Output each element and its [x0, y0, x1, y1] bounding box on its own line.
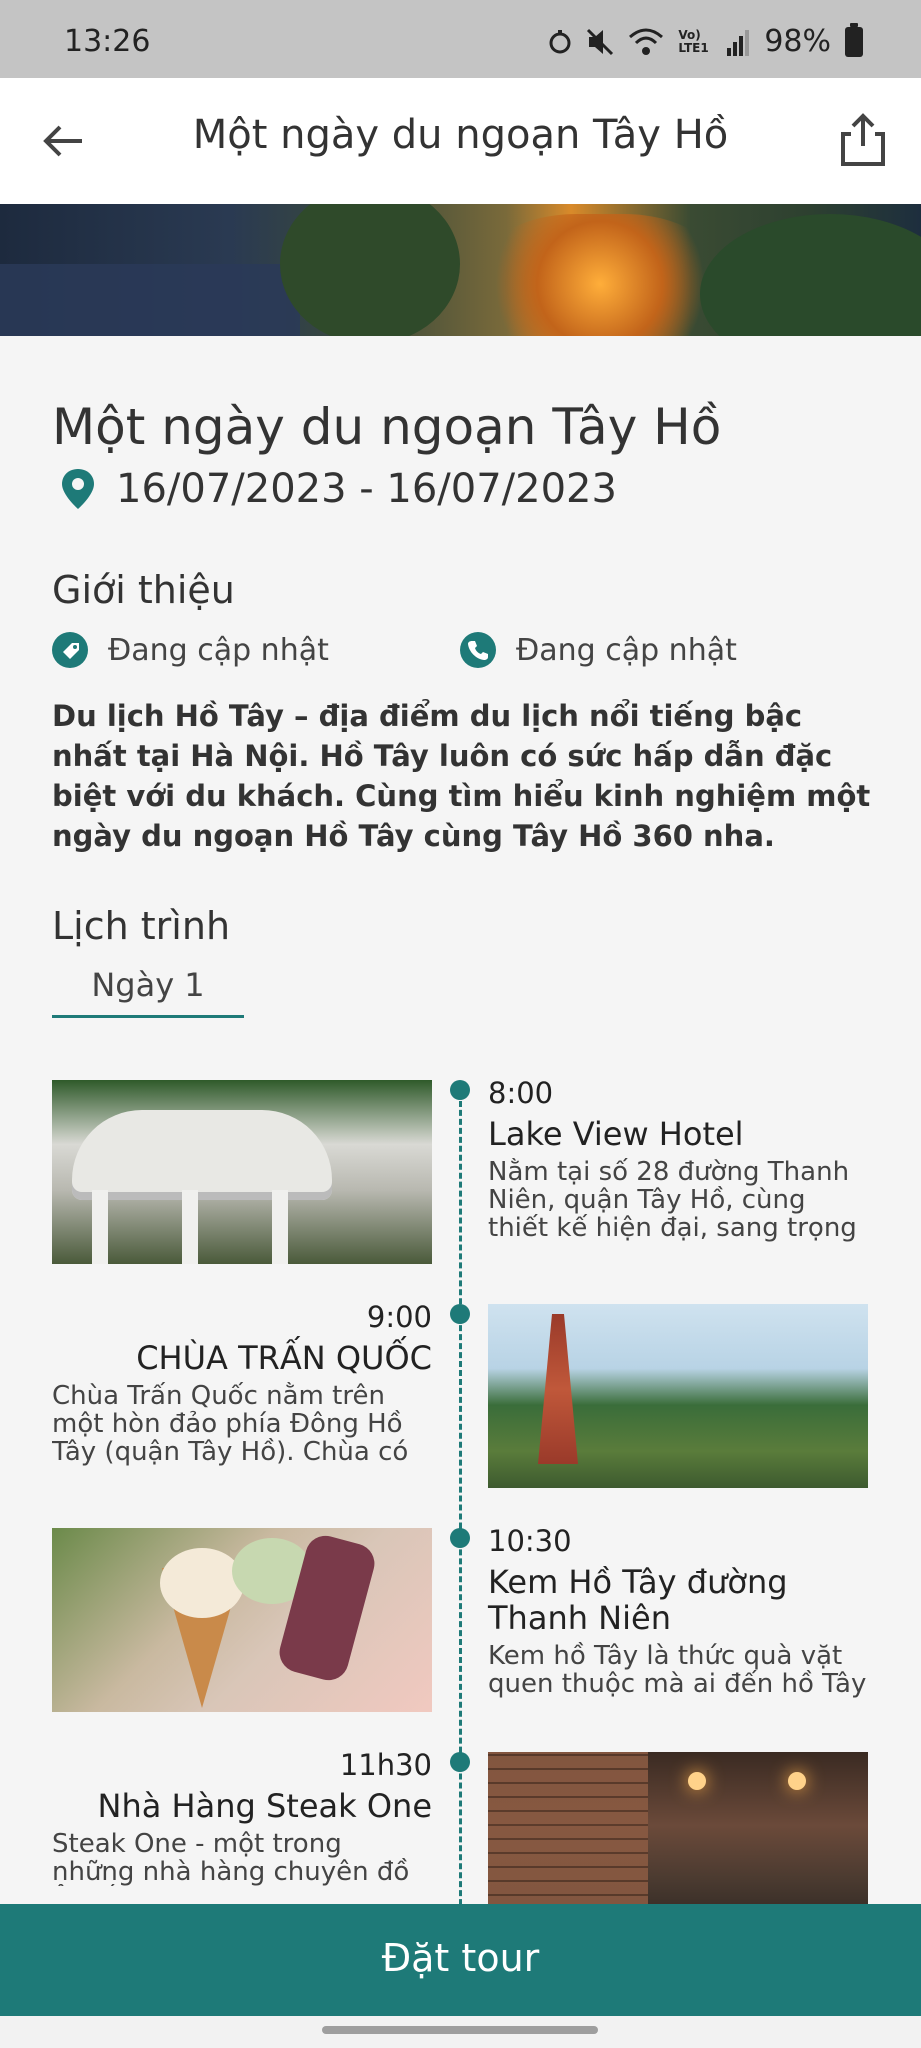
wifi-icon: [629, 28, 664, 55]
signal-icon: [727, 29, 750, 56]
item-time: 10:30: [488, 1524, 572, 1558]
phone-info: Đang cập nhật: [460, 632, 737, 668]
share-icon[interactable]: [837, 112, 889, 168]
status-icons: Vo) LTE1 98%: [548, 22, 863, 59]
item-name: Nhà Hàng Steak One: [97, 1787, 432, 1825]
tour-title: Một ngày du ngoạn Tây Hồ: [52, 398, 722, 456]
schedule-heading: Lịch trình: [52, 904, 231, 948]
battery-icon: [845, 22, 863, 57]
mute-icon: [587, 28, 614, 55]
hero-image: [0, 204, 921, 336]
app-bar-title: Một ngày du ngoạn Tây Hồ: [192, 112, 729, 158]
book-tour-button[interactable]: Đặt tour: [0, 1904, 921, 2016]
tour-description: Du lịch Hồ Tây – địa điểm du lịch nổi ti…: [52, 699, 871, 853]
item-name: Kem Hồ Tây đường Thanh Niên: [488, 1563, 788, 1637]
app-bar: Một ngày du ngoạn Tây Hồ: [0, 78, 921, 204]
timeline-item[interactable]: 11h30 Nhà Hàng Steak One Steak One - một…: [52, 1748, 432, 1886]
item-name: Lake View Hotel: [488, 1115, 744, 1153]
info-row: Đang cập nhật Đang cập nhật: [52, 632, 872, 672]
alarm-icon: [549, 29, 571, 53]
item-description: Chùa Trấn Quốc nằm trên một hòn đảo phía…: [52, 1382, 409, 1466]
item-time: 8:00: [488, 1076, 554, 1110]
ice-cream-image[interactable]: [52, 1528, 432, 1712]
arrow-left-icon[interactable]: [38, 116, 88, 166]
timeline-dot: [450, 1080, 470, 1100]
timeline-item[interactable]: 9:00 CHÙA TRẤN QUỐC Chùa Trấn Quốc nằm t…: [52, 1300, 432, 1466]
lake-view-hotel-image[interactable]: [52, 1080, 432, 1264]
date-row: 16/07/2023 - 16/07/2023: [52, 466, 617, 512]
timeline-item[interactable]: 10:30 Kem Hồ Tây đường Thanh Niên Kem hồ…: [488, 1524, 868, 1698]
tran-quoc-pagoda-image[interactable]: [488, 1304, 868, 1488]
timeline-line: [459, 1092, 462, 1932]
price-tag-icon: [52, 632, 88, 668]
date-range: 16/07/2023 - 16/07/2023: [116, 466, 617, 512]
network-label: Vo) LTE1: [678, 27, 709, 55]
system-nav-bar: [0, 2016, 921, 2048]
phone-text: Đang cập nhật: [516, 632, 737, 668]
home-gesture-handle[interactable]: [322, 2026, 598, 2034]
item-description: Kem hồ Tây là thức quà vặt quen thuộc mà…: [488, 1642, 867, 1698]
price-text: Đang cập nhật: [108, 632, 329, 668]
timeline-dot: [450, 1752, 470, 1772]
schedule-timeline: 8:00 Lake View Hotel Nằm tại số 28 đường…: [0, 1076, 921, 1936]
item-time: 9:00: [366, 1300, 432, 1334]
item-description: Steak One - một trong những nhà hàng chu…: [52, 1830, 410, 1886]
item-time: 11h30: [339, 1748, 432, 1782]
item-description: Nằm tại số 28 đường Thanh Niên, quận Tây…: [488, 1158, 857, 1242]
tab-day-1[interactable]: Ngày 1: [52, 966, 244, 1018]
status-bar: 13:26 Vo) LTE1 98%: [0, 0, 921, 78]
timeline-item[interactable]: 8:00 Lake View Hotel Nằm tại số 28 đường…: [488, 1076, 868, 1242]
status-time: 13:26: [64, 24, 151, 59]
item-name: CHÙA TRẤN QUỐC: [136, 1339, 432, 1377]
timeline-dot: [450, 1528, 470, 1548]
phone-icon: [460, 632, 496, 668]
timeline-dot: [450, 1304, 470, 1324]
battery-percent: 98%: [764, 24, 831, 59]
price-info: Đang cập nhật: [52, 632, 329, 668]
intro-heading: Giới thiệu: [52, 568, 235, 612]
location-pin-icon: [62, 469, 94, 509]
